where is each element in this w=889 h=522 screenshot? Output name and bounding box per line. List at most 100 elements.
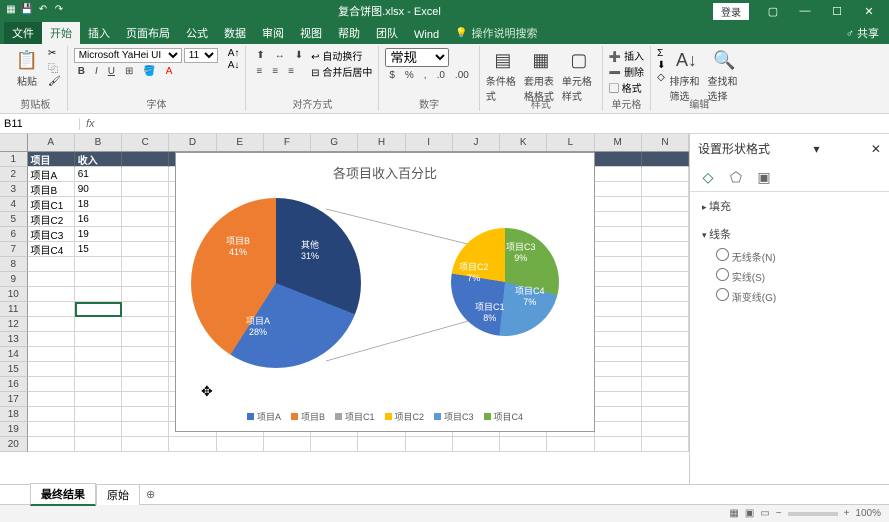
tab-data[interactable]: 数据 xyxy=(216,22,254,44)
row-header[interactable]: 1 xyxy=(0,152,28,167)
tab-team[interactable]: 团队 xyxy=(368,22,406,44)
cell[interactable] xyxy=(595,437,642,452)
row-header[interactable]: 4 xyxy=(0,197,28,212)
sheet-tab-other[interactable]: 原始 xyxy=(96,484,140,505)
column-header[interactable]: J xyxy=(453,134,500,151)
effects-icon[interactable]: ⬠ xyxy=(726,167,746,187)
size-props-icon[interactable]: ▣ xyxy=(754,167,774,187)
legend-item[interactable]: 项目C4 xyxy=(484,410,524,423)
cell[interactable] xyxy=(122,242,169,257)
cell[interactable] xyxy=(28,437,75,452)
sidepane-section-fill[interactable]: 填充 xyxy=(690,192,889,220)
cell[interactable] xyxy=(595,317,642,332)
row-header[interactable]: 16 xyxy=(0,377,28,392)
font-color-button[interactable]: A xyxy=(162,64,177,79)
row-header[interactable]: 15 xyxy=(0,362,28,377)
column-header[interactable]: K xyxy=(500,134,547,151)
cell[interactable] xyxy=(642,302,689,317)
cell[interactable] xyxy=(595,167,642,182)
format-painter-icon[interactable]: 🖌 xyxy=(48,76,61,87)
wrap-text-button[interactable]: ↩ 自动换行 xyxy=(311,48,372,63)
conditional-format-button[interactable]: ▤条件格式 xyxy=(486,48,520,98)
cell[interactable] xyxy=(122,197,169,212)
cell[interactable] xyxy=(28,347,75,362)
cell[interactable] xyxy=(595,242,642,257)
delete-cells-button[interactable]: ➖ 删除 xyxy=(609,64,644,79)
font-name-select[interactable]: Microsoft YaHei UI xyxy=(74,48,182,63)
cell[interactable] xyxy=(642,287,689,302)
inc-decimal-icon[interactable]: .0 xyxy=(433,68,449,83)
cell[interactable] xyxy=(122,227,169,242)
line-section-title[interactable]: 线条 xyxy=(702,226,877,242)
decrease-font-icon[interactable]: A↓ xyxy=(228,60,240,71)
maximize-icon[interactable]: ☐ xyxy=(821,0,853,22)
ribbon-options-icon[interactable]: ▢ xyxy=(757,0,789,22)
column-header[interactable]: A xyxy=(28,134,75,151)
cell[interactable] xyxy=(547,437,594,452)
cell[interactable]: 90 xyxy=(75,182,122,197)
name-box[interactable]: B11 xyxy=(0,118,80,130)
cell[interactable] xyxy=(122,392,169,407)
main-pie[interactable]: 其他31% 项目A28% 项目B41% xyxy=(191,198,361,368)
cell[interactable] xyxy=(28,407,75,422)
border-button[interactable]: ⊞ xyxy=(121,64,137,79)
cell[interactable] xyxy=(122,362,169,377)
redo-icon[interactable]: ↷ xyxy=(52,4,66,18)
column-header[interactable]: B xyxy=(75,134,122,151)
find-select-button[interactable]: 🔍查找和选择 xyxy=(707,48,741,98)
cell[interactable] xyxy=(453,437,500,452)
cell[interactable]: 15 xyxy=(75,242,122,257)
cell[interactable] xyxy=(500,437,547,452)
legend-item[interactable]: 项目B xyxy=(291,410,325,423)
cell[interactable] xyxy=(642,347,689,362)
cell[interactable] xyxy=(75,422,122,437)
dec-decimal-icon[interactable]: .00 xyxy=(451,68,473,83)
autosum-icon[interactable]: Σ xyxy=(657,48,665,59)
column-header[interactable]: L xyxy=(547,134,594,151)
cell[interactable] xyxy=(642,422,689,437)
row-header[interactable]: 14 xyxy=(0,347,28,362)
chart-legend[interactable]: 项目A项目B项目C1项目C2项目C3项目C4 xyxy=(176,410,594,423)
cell[interactable] xyxy=(122,287,169,302)
cell[interactable] xyxy=(122,317,169,332)
cell[interactable] xyxy=(217,437,264,452)
cell[interactable] xyxy=(28,332,75,347)
cell[interactable] xyxy=(642,317,689,332)
column-header[interactable]: H xyxy=(358,134,405,151)
cell[interactable] xyxy=(28,317,75,332)
cell[interactable]: 项目C4 xyxy=(28,242,75,257)
cell[interactable] xyxy=(75,302,122,317)
cell[interactable] xyxy=(595,257,642,272)
row-header[interactable]: 17 xyxy=(0,392,28,407)
tab-wind[interactable]: Wind xyxy=(406,26,447,44)
share-button[interactable]: ♂ 共享 xyxy=(836,22,889,44)
column-header[interactable]: M xyxy=(595,134,642,151)
column-header[interactable]: I xyxy=(406,134,453,151)
cell[interactable] xyxy=(75,272,122,287)
cell[interactable]: 项目C1 xyxy=(28,197,75,212)
view-normal-icon[interactable]: ▦ xyxy=(729,508,738,519)
cell[interactable] xyxy=(595,152,642,167)
cell[interactable]: 收入 xyxy=(75,152,122,167)
zoom-slider[interactable] xyxy=(788,512,838,516)
cell[interactable] xyxy=(122,437,169,452)
column-header[interactable]: E xyxy=(217,134,264,151)
align-middle-icon[interactable]: ↔ xyxy=(271,48,289,63)
select-all-corner[interactable] xyxy=(0,134,28,151)
tab-insert[interactable]: 插入 xyxy=(80,22,118,44)
cell[interactable] xyxy=(595,302,642,317)
align-top-icon[interactable]: ⬆ xyxy=(252,48,268,63)
cell[interactable] xyxy=(75,407,122,422)
cell[interactable] xyxy=(642,212,689,227)
cell[interactable] xyxy=(642,167,689,182)
percent-icon[interactable]: % xyxy=(401,68,418,83)
cell[interactable] xyxy=(122,407,169,422)
column-header[interactable]: F xyxy=(264,134,311,151)
opt-gradient-line[interactable]: 渐变线(G) xyxy=(716,286,877,306)
chart-title[interactable]: 各项目收入百分比 xyxy=(176,153,594,186)
paste-button[interactable]: 📋粘贴 xyxy=(10,48,44,98)
fill-icon[interactable]: ⬇ xyxy=(657,60,665,71)
insert-cells-button[interactable]: ➕ 插入 xyxy=(609,48,644,63)
cell[interactable] xyxy=(595,182,642,197)
column-header[interactable]: G xyxy=(311,134,358,151)
